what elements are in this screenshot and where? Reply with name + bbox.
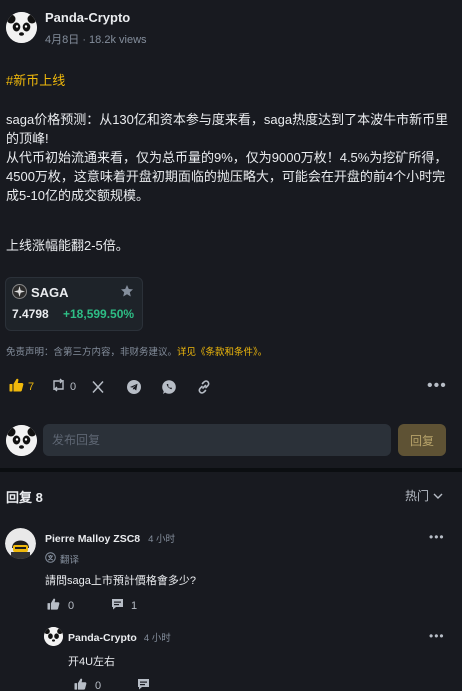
comment-like-button[interactable]: 0 bbox=[47, 597, 74, 615]
disclaimer-text: 免责声明：含第三方内容，非财务建议。 bbox=[6, 347, 178, 358]
reply-author[interactable]: Panda-Crypto bbox=[68, 632, 137, 644]
comment-reply-count: 1 bbox=[131, 600, 138, 612]
commenter-avatar[interactable] bbox=[5, 528, 36, 559]
post-meta: 4月8日 · 18.2k views bbox=[45, 31, 147, 47]
translate-button[interactable]: 翻译 bbox=[45, 550, 79, 568]
post-line: 的顶峰! bbox=[6, 131, 49, 146]
post-line: saga价格预测：从130亿和资本参与度来看，saga热度达到了本波牛市新币里 bbox=[6, 112, 449, 127]
star-icon[interactable] bbox=[120, 284, 134, 298]
comment-author[interactable]: Pierre Malloy ZSC8 bbox=[45, 533, 140, 545]
comment-like-count: 0 bbox=[68, 600, 75, 612]
coin-change: +18,599.50% bbox=[63, 307, 135, 321]
repost-count: 0 bbox=[70, 381, 77, 393]
telegram-share-icon[interactable] bbox=[126, 379, 142, 395]
thumbs-up-icon bbox=[74, 677, 87, 691]
like-button[interactable]: 7 bbox=[9, 378, 35, 397]
reply-author-avatar[interactable] bbox=[44, 627, 63, 646]
link-icon[interactable] bbox=[196, 379, 212, 395]
comment-reply-button[interactable]: 1 bbox=[111, 597, 137, 615]
reply-input[interactable] bbox=[43, 424, 391, 456]
post-author[interactable]: Panda-Crypto bbox=[45, 10, 130, 25]
post-line: 从代币初始流通来看，仅为总币量的9%，仅为9000万枚！4.5%为挖矿所得， bbox=[6, 150, 448, 165]
terms-link[interactable]: 详见《条款和条件》。 bbox=[177, 347, 267, 358]
reply-more-icon[interactable]: ••• bbox=[429, 629, 445, 643]
translate-icon bbox=[45, 550, 56, 568]
post-more-icon[interactable]: ••• bbox=[427, 377, 447, 395]
chevron-down-icon bbox=[433, 489, 443, 503]
reply-submit-button[interactable]: 回复 bbox=[398, 424, 446, 456]
message-icon bbox=[111, 597, 124, 615]
section-divider bbox=[0, 468, 462, 472]
coin-price: 7.4798 bbox=[12, 307, 49, 321]
reply-comment-button[interactable] bbox=[137, 677, 150, 691]
coin-symbol: SAGA bbox=[31, 285, 69, 300]
thumbs-up-icon bbox=[9, 378, 24, 397]
repost-icon bbox=[51, 378, 66, 397]
comment-header: Pierre Malloy ZSC8 4 小时 bbox=[45, 531, 175, 545]
post-views: 18.2k views bbox=[89, 34, 147, 46]
comment-more-icon[interactable]: ••• bbox=[429, 530, 445, 544]
author-avatar[interactable] bbox=[6, 12, 37, 43]
reply-like-count: 0 bbox=[95, 680, 102, 691]
sort-label: 热门 bbox=[405, 489, 430, 503]
whatsapp-share-icon[interactable] bbox=[161, 379, 177, 395]
replies-count: 回复 8 bbox=[6, 490, 43, 505]
post-paragraph-1: saga价格预测：从130亿和资本参与度来看，saga热度达到了本波牛市新币里 … bbox=[6, 110, 456, 205]
translate-label: 翻译 bbox=[60, 555, 80, 566]
sort-dropdown[interactable]: 热门 bbox=[405, 487, 443, 504]
post-line: 成5-10亿的成交额规模。 bbox=[6, 188, 150, 203]
disclaimer: 免责声明：含第三方内容，非财务建议。详见《条款和条件》。 bbox=[6, 344, 267, 358]
reply-time: 4 小时 bbox=[143, 633, 171, 644]
saga-coin-icon bbox=[12, 284, 27, 299]
hashtag-link[interactable]: #新币上线 bbox=[6, 70, 65, 89]
thumbs-up-icon bbox=[47, 597, 60, 615]
comment-text: 請問saga上市預計價格會多少? bbox=[45, 575, 196, 587]
comment-time: 4 小时 bbox=[148, 534, 176, 545]
post-line: 4500万枚，这意味着开盘初期面临的抛压略大，可能会在开盘的前4个小时完 bbox=[6, 169, 446, 184]
reply-like-button[interactable]: 0 bbox=[74, 677, 101, 691]
like-count: 7 bbox=[28, 381, 35, 393]
post-date: 4月8日 bbox=[45, 34, 80, 46]
message-icon bbox=[137, 677, 150, 691]
x-share-icon[interactable] bbox=[91, 380, 105, 394]
repost-button[interactable]: 0 bbox=[51, 378, 77, 397]
post-paragraph-2: 上线涨幅能翻2-5倍。 bbox=[6, 238, 129, 253]
reply-header: Panda-Crypto 4 小时 bbox=[68, 630, 171, 644]
reply-text: 开4U左右 bbox=[68, 656, 116, 668]
current-user-avatar bbox=[6, 425, 37, 456]
